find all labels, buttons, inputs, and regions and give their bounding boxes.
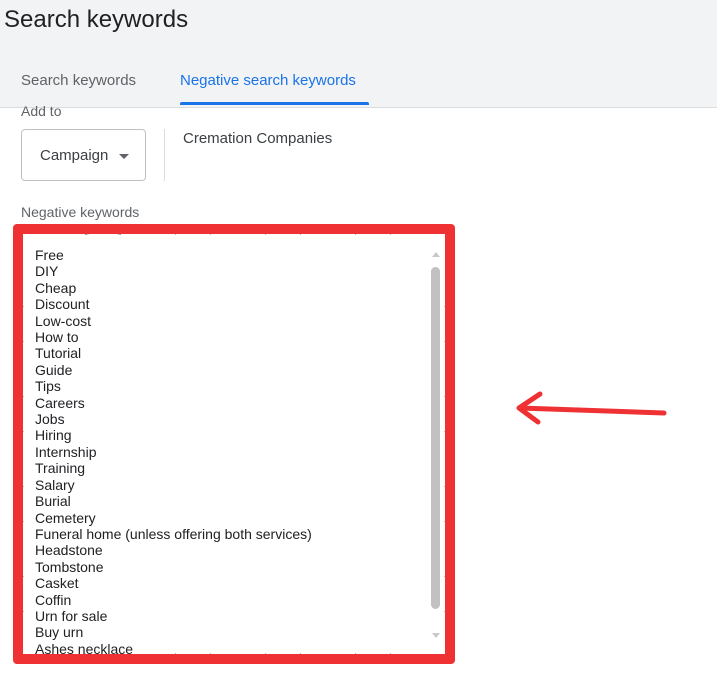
page-title: Search keywords (4, 6, 189, 33)
keyword-line: Jobs (35, 411, 65, 428)
keyword-line: Burial (35, 493, 71, 510)
level-select-value: Campaign (40, 147, 109, 164)
keyword-line: Coffin (35, 591, 72, 608)
dropdown-caret-icon (119, 154, 129, 159)
keyword-line: Training (35, 460, 86, 477)
keyword-line: Guide (35, 361, 73, 378)
keyword-line: Discount (35, 296, 90, 313)
keyword-line: Tombstone (35, 558, 104, 575)
level-select-dropdown[interactable]: Campaign (21, 129, 146, 181)
keyword-line: Careers (35, 394, 85, 411)
keyword-line: Internship (35, 443, 97, 460)
keyword-line: Casket (35, 575, 79, 592)
negative-keywords-textarea[interactable]: Free DIY Cheap Discount Low-cost How to Tutori… (13, 224, 455, 664)
keyword-line: Cheap (35, 279, 77, 296)
scroll-up-arrow-icon[interactable] (432, 252, 440, 257)
keyword-line: Ashes necklace (35, 640, 134, 657)
keyword-line: How to (35, 329, 79, 346)
negative-keywords-label: Negative keywords (21, 204, 140, 220)
scrollbar-thumb[interactable] (431, 267, 440, 609)
left-arrow-icon (516, 391, 667, 425)
keyword-line: Salary (35, 476, 75, 493)
keyword-line: Low-cost (35, 312, 92, 329)
dialog-header: Search keywords Search keywords Negative… (0, 0, 717, 108)
keyword-line: Tutorial (35, 345, 82, 362)
campaign-name: Cremation Companies (183, 130, 333, 147)
keyword-line: Buy urn (35, 624, 84, 641)
tab-negative-search-keywords[interactable]: Negative search keywords (180, 72, 356, 89)
keyword-line: Cemetery (35, 509, 96, 526)
keyword-line: Tips (35, 378, 61, 395)
keyword-line: Urn for sale (35, 607, 108, 624)
tab-search-keywords[interactable]: Search keywords (21, 72, 136, 89)
keyword-line: Headstone (35, 542, 103, 559)
active-tab-indicator (180, 102, 369, 105)
keyword-line: Funeral home (unless offering both servi… (35, 525, 312, 542)
add-to-label: Add to (21, 103, 62, 119)
keyword-line: Hiring (35, 427, 72, 444)
negative-keywords-list: Free DIY Cheap Discount Low-cost How to Tutori… (35, 247, 312, 657)
scroll-down-arrow-icon[interactable] (432, 633, 440, 638)
keyword-line: Free (35, 247, 64, 263)
vertical-divider (164, 129, 165, 181)
keyword-line: DIY (35, 263, 59, 280)
